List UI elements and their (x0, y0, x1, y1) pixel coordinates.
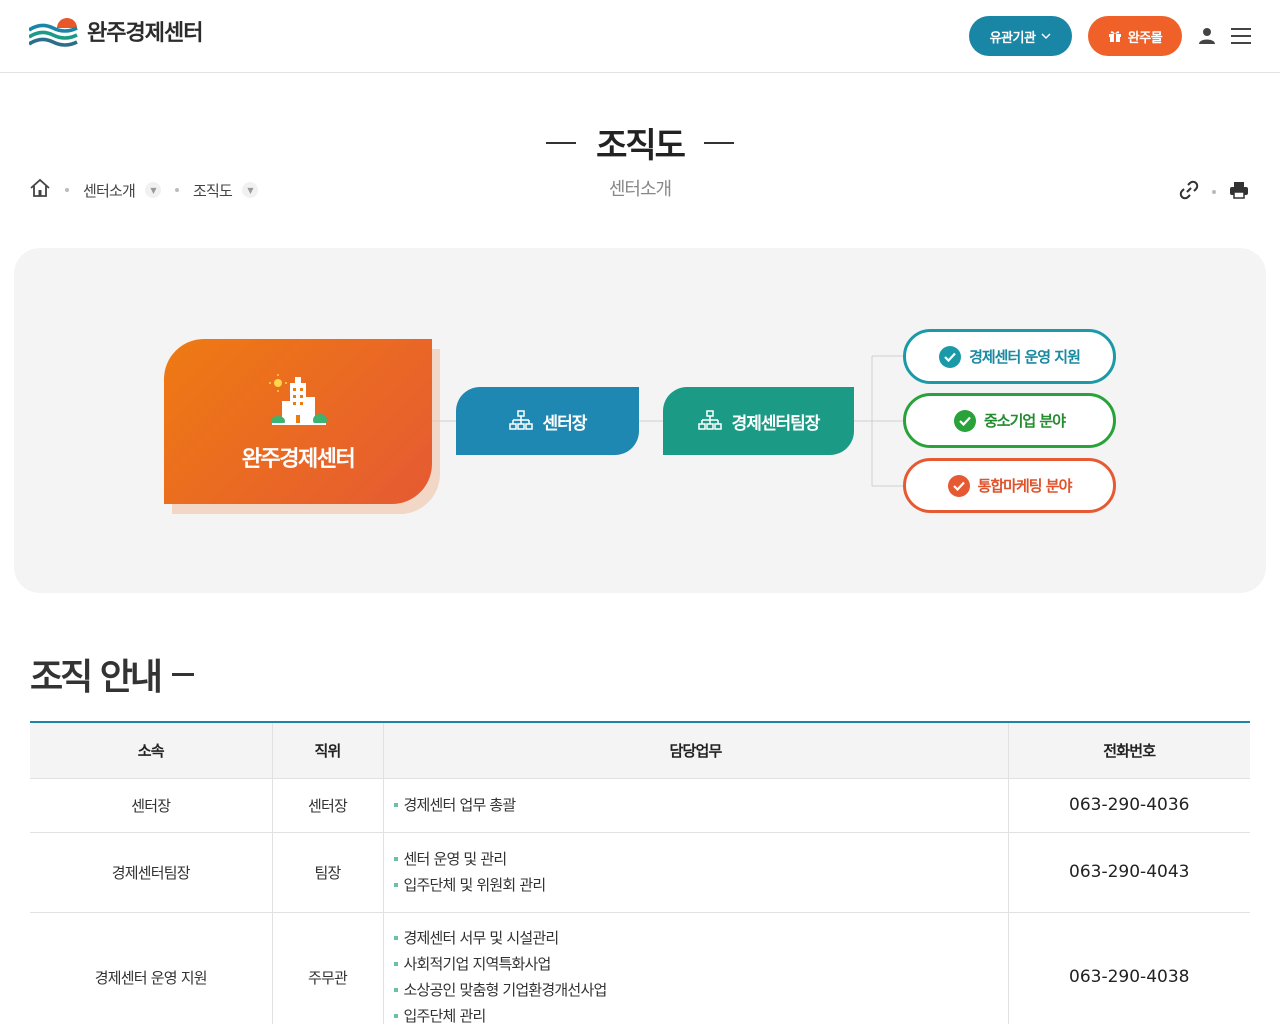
org-dept-label: 경제센터 운영 지원 (969, 348, 1081, 366)
chevron-down-icon[interactable]: ▼ (242, 182, 259, 198)
breadcrumb: 센터소개 ▼ 조직도 ▼ (29, 178, 259, 202)
user-icon[interactable] (1196, 24, 1218, 48)
breadcrumb-separator (175, 188, 180, 192)
table-header: 담당업무 (383, 722, 1009, 779)
check-circle-icon (939, 345, 962, 368)
breadcrumb-item-org[interactable]: 조직도 (193, 180, 233, 201)
check-circle-icon (953, 409, 976, 432)
duty-item: 사회적기업 지역특화사업 (393, 951, 1008, 977)
org-info-table: 소속 직위 담당업무 전화번호 센터장 센터장 경제센터 업무 총괄 063-2… (30, 721, 1250, 1024)
gift-icon (1108, 31, 1121, 42)
hamburger-menu-icon[interactable] (1230, 24, 1252, 48)
chevron-down-icon[interactable]: ▼ (145, 182, 162, 198)
printer-icon[interactable] (1229, 180, 1249, 204)
page-title: 조직도 (546, 118, 734, 167)
table-cell-phone: 063-290-4036 (1008, 778, 1250, 833)
table-cell-dept: 경제센터 운영 지원 (30, 912, 273, 1024)
duty-item: 입주단체 관리 (393, 1003, 1008, 1024)
table-row: 센터장 센터장 경제센터 업무 총괄 063-290-4036 (30, 778, 1250, 833)
section-title-dash (172, 672, 195, 676)
table-row: 경제센터 운영 지원 주무관 경제센터 서무 및 시설관리 사회적기업 지역특화… (30, 912, 1250, 1024)
table-cell-duties: 센터 운영 및 관리 입주단체 및 위원회 관리 (383, 832, 1009, 913)
title-dash-right (703, 141, 734, 144)
duty-item: 경제센터 서무 및 시설관리 (393, 925, 1008, 951)
duty-item: 센터 운영 및 관리 (393, 846, 1008, 872)
org-main-name: 완주경제센터 (241, 446, 356, 472)
table-row: 경제센터팀장 팀장 센터 운영 및 관리 입주단체 및 위원회 관리 063-2… (30, 832, 1250, 913)
org-team-head-label: 경제센터팀장 (731, 413, 821, 434)
title-dash-left (546, 141, 577, 144)
table-cell-position: 팀장 (272, 832, 384, 913)
page-title-text: 조직도 (596, 126, 686, 166)
table-cell-phone: 063-290-4038 (1008, 912, 1250, 1024)
table-cell-position: 센터장 (272, 778, 384, 833)
table-cell-duties: 경제센터 서무 및 시설관리 사회적기업 지역특화사업 소상공인 맞춤형 기업환… (383, 912, 1009, 1024)
tools-separator (1212, 190, 1216, 194)
site-logo[interactable]: 완주경제센터 (29, 14, 203, 48)
org-dept-sme[interactable]: 중소기업 분야 (903, 393, 1116, 448)
org-center-head-label: 센터장 (542, 413, 588, 434)
chevron-down-icon (1041, 33, 1051, 39)
table-cell-position: 주무관 (272, 912, 384, 1024)
wanju-mall-label: 완주몰 (1127, 30, 1163, 46)
check-circle-icon (947, 474, 970, 497)
table-header: 소속 (30, 722, 273, 779)
org-hierarchy-icon (508, 410, 533, 430)
site-header: 완주경제센터 유관기관 완주몰 (0, 0, 1280, 73)
duty-item: 경제센터 업무 총괄 (393, 792, 1008, 818)
org-center-head-box: 센터장 (456, 387, 639, 455)
table-cell-dept: 경제센터팀장 (30, 832, 273, 913)
table-header: 직위 (272, 722, 384, 779)
org-hierarchy-icon (697, 410, 722, 430)
org-team-head-box: 경제센터팀장 (663, 387, 854, 455)
logo-text: 완주경제센터 (87, 21, 203, 46)
logo-mark-icon (29, 18, 78, 47)
wanju-mall-button[interactable]: 완주몰 (1088, 16, 1182, 56)
org-dept-label: 중소기업 분야 (983, 412, 1066, 430)
table-cell-duties: 경제센터 업무 총괄 (383, 778, 1009, 833)
section-title-text: 조직 안내 (30, 657, 163, 698)
section-title: 조직 안내 (30, 648, 195, 700)
related-orgs-button[interactable]: 유관기관 (969, 16, 1072, 56)
org-main-box: 완주경제센터 (164, 339, 432, 504)
table-header-row: 소속 직위 담당업무 전화번호 (30, 722, 1250, 779)
table-cell-phone: 063-290-4043 (1008, 832, 1250, 913)
duty-item: 소상공인 맞춤형 기업환경개선사업 (393, 977, 1008, 1003)
home-icon[interactable] (29, 178, 51, 202)
link-icon[interactable] (1179, 180, 1199, 204)
breadcrumb-item-intro[interactable]: 센터소개 (83, 180, 136, 201)
org-dept-operation-support[interactable]: 경제센터 운영 지원 (903, 329, 1116, 384)
related-orgs-label: 유관기관 (989, 30, 1036, 46)
duty-item: 입주단체 및 위원회 관리 (393, 872, 1008, 898)
table-cell-dept: 센터장 (30, 778, 273, 833)
org-dept-marketing[interactable]: 통합마케팅 분야 (903, 458, 1116, 513)
breadcrumb-separator (65, 188, 69, 192)
org-dept-label: 통합마케팅 분야 (977, 477, 1073, 495)
page-tools (1179, 180, 1249, 204)
building-icon (269, 373, 327, 426)
page-title-area: 조직도 (0, 118, 1280, 167)
table-header: 전화번호 (1008, 722, 1250, 779)
